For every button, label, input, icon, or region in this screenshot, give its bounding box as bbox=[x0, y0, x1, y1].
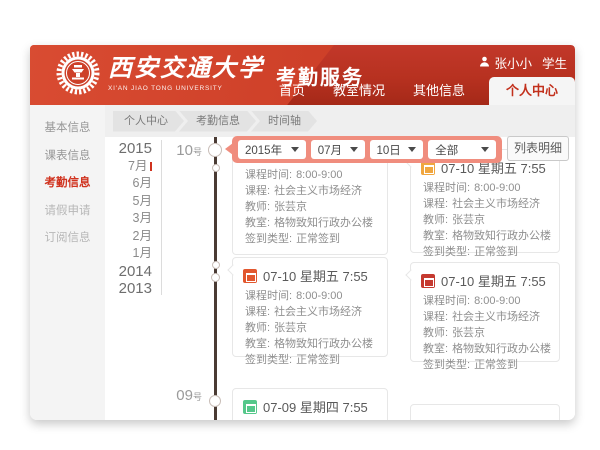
top-nav: 首页 教室情况 其他信息 个人中心 bbox=[265, 77, 575, 105]
card-pointer bbox=[405, 269, 416, 280]
app-header: 西安交通大学 XI'AN JIAO TONG UNIVERSITY 考勤服务 张… bbox=[30, 45, 575, 105]
sidebar-item-attendance-info[interactable]: 考勤信息 bbox=[30, 170, 105, 198]
card-date: 07-10 星期五 7:55 bbox=[441, 271, 546, 290]
month-item-july[interactable]: 7月 bbox=[105, 158, 152, 176]
user-icon bbox=[479, 56, 490, 70]
attendance-card[interactable]: 07-09 星期四 7:55 bbox=[232, 388, 388, 420]
year-item-2013[interactable]: 2013 bbox=[105, 280, 152, 298]
chevron-down-icon bbox=[408, 147, 416, 152]
calendar-icon bbox=[243, 269, 257, 283]
year-item-2015[interactable]: 2015 bbox=[105, 140, 152, 158]
list-detail-button[interactable]: 列表明细 bbox=[507, 136, 569, 161]
breadcrumb: 个人中心 考勤信息 时间轴 bbox=[105, 105, 575, 137]
university-name-en: XI'AN JIAO TONG UNIVERSITY bbox=[108, 85, 264, 92]
university-name: 西安交通大学 XI'AN JIAO TONG UNIVERSITY bbox=[108, 54, 264, 92]
card-pointer bbox=[227, 264, 238, 275]
year-dropdown-value: 2015年 bbox=[245, 142, 282, 158]
timeline-node-small-3 bbox=[211, 273, 220, 282]
chevron-down-icon bbox=[350, 147, 358, 152]
card-date: 07-10 星期五 7:55 bbox=[263, 266, 368, 285]
year-month-list: 2015 7月 6月 5月 3月 2月 1月 2014 2013 bbox=[105, 140, 152, 298]
user-role: 学生 bbox=[542, 53, 567, 72]
university-name-zh: 西安交通大学 bbox=[108, 54, 264, 84]
day-label-09: 09号 bbox=[162, 387, 202, 405]
breadcrumb-timeline[interactable]: 时间轴 bbox=[251, 111, 317, 132]
month-item-march[interactable]: 3月 bbox=[105, 210, 152, 228]
year-column-divider bbox=[161, 140, 162, 295]
nav-item-personal-center[interactable]: 个人中心 bbox=[489, 77, 575, 105]
card-date: 07-09 星期四 7:55 bbox=[263, 397, 368, 416]
chevron-down-icon bbox=[291, 147, 299, 152]
timeline-node-small-2 bbox=[212, 261, 220, 269]
nav-item-other-info[interactable]: 其他信息 bbox=[399, 77, 479, 105]
user-name: 张小小 bbox=[494, 53, 532, 72]
timeline-node-day10[interactable] bbox=[208, 143, 222, 157]
filter-bubble: 2015年 07月 10日 全部 bbox=[232, 136, 502, 163]
user-info[interactable]: 张小小 学生 bbox=[479, 53, 567, 72]
day-dropdown-value: 10日 bbox=[377, 142, 401, 158]
selected-month-marker bbox=[150, 162, 153, 171]
month-item-january[interactable]: 1月 bbox=[105, 245, 152, 263]
chevron-down-icon bbox=[481, 147, 489, 152]
calendar-icon bbox=[243, 400, 257, 414]
screenshot-canvas: 西安交通大学 XI'AN JIAO TONG UNIVERSITY 考勤服务 张… bbox=[0, 0, 600, 450]
attendance-card[interactable]: 07-10 星期五 7:55 课程时间:8:00-9:00 课程:社会主义市场经… bbox=[410, 262, 560, 362]
sidebar: 基本信息 课表信息 考勤信息 请假申请 订阅信息 bbox=[30, 105, 105, 420]
month-dropdown-value: 07月 bbox=[318, 142, 342, 158]
month-item-june[interactable]: 6月 bbox=[105, 175, 152, 193]
year-item-2014[interactable]: 2014 bbox=[105, 263, 152, 281]
attendance-card[interactable] bbox=[410, 404, 560, 420]
calendar-icon bbox=[421, 274, 435, 288]
timeline-node-day09[interactable] bbox=[209, 395, 221, 407]
sidebar-item-basic-info[interactable]: 基本信息 bbox=[30, 115, 105, 143]
breadcrumb-attendance-info[interactable]: 考勤信息 bbox=[179, 111, 256, 132]
nav-item-home[interactable]: 首页 bbox=[265, 77, 319, 105]
day-label-10: 10号 bbox=[162, 142, 202, 160]
timeline-panel: 2015 7月 6月 5月 3月 2月 1月 2014 2013 10号 09号 bbox=[105, 137, 575, 420]
nav-item-classrooms[interactable]: 教室情况 bbox=[319, 77, 399, 105]
category-dropdown-value: 全部 bbox=[435, 142, 458, 158]
sidebar-item-subscription-info[interactable]: 订阅信息 bbox=[30, 225, 105, 253]
university-logo-icon bbox=[55, 50, 101, 96]
timeline-node-small-1 bbox=[212, 164, 220, 172]
sidebar-item-schedule-info[interactable]: 课表信息 bbox=[30, 143, 105, 171]
sidebar-item-leave-request[interactable]: 请假申请 bbox=[30, 198, 105, 226]
attendance-card[interactable]: 07-10 星期五 7:55 课程时间:8:00-9:00 课程:社会主义市场经… bbox=[410, 149, 560, 253]
app-window: 西安交通大学 XI'AN JIAO TONG UNIVERSITY 考勤服务 张… bbox=[30, 45, 575, 420]
month-item-february[interactable]: 2月 bbox=[105, 228, 152, 246]
month-item-may[interactable]: 5月 bbox=[105, 193, 152, 211]
month-dropdown[interactable]: 07月 bbox=[311, 140, 365, 159]
year-dropdown[interactable]: 2015年 bbox=[238, 140, 306, 159]
breadcrumb-personal-center[interactable]: 个人中心 bbox=[113, 111, 184, 132]
category-dropdown[interactable]: 全部 bbox=[428, 140, 496, 159]
attendance-card[interactable]: 07-10 星期五 7:55 课程时间:8:00-9:00 课程:社会主义市场经… bbox=[232, 257, 388, 357]
day-dropdown[interactable]: 10日 bbox=[370, 140, 424, 159]
